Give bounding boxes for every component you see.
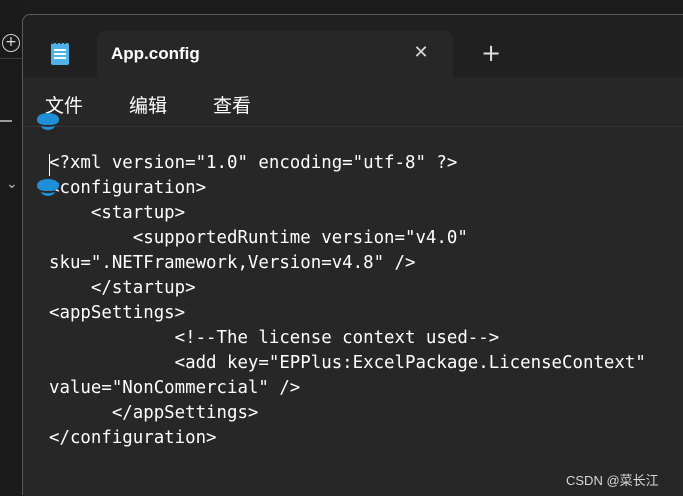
code-line: value="NonCommercial" /> — [49, 378, 301, 398]
menu-view[interactable]: 查看 — [213, 91, 251, 118]
code-line: sku=".NETFramework,Version=v4.8" /> — [49, 253, 416, 273]
notepad-icon — [51, 40, 69, 65]
close-icon[interactable]: ✕ — [409, 41, 433, 65]
text-editor[interactable]: <?xml version="1.0" encoding="utf-8" ?> … — [23, 127, 683, 496]
menu-edit[interactable]: 编辑 — [129, 91, 167, 118]
cursor-marker-icon — [37, 113, 59, 130]
tab-app-config[interactable]: App.config ✕ — [97, 31, 453, 78]
background-window-strip: + ⌄ — [0, 0, 24, 495]
dash-icon — [0, 120, 12, 122]
code-line: <supportedRuntime version="v4.0" — [49, 228, 468, 248]
divider — [0, 58, 24, 59]
cursor-marker-icon — [37, 179, 59, 196]
plus-icon[interactable]: + — [479, 41, 503, 65]
code-line: <startup> — [49, 203, 186, 223]
notepad-window: App.config ✕ + 文件 编辑 查看 <?xml version="1… — [22, 14, 683, 496]
tab-title: App.config — [111, 44, 200, 63]
code-line: <appSettings> — [49, 303, 186, 323]
code-line: </startup> — [49, 278, 196, 298]
menu-bar: 文件 编辑 查看 — [23, 77, 683, 127]
code-line: <configuration> — [49, 178, 207, 198]
code-line: <add key="EPPlus:ExcelPackage.LicenseCon… — [49, 353, 646, 373]
code-line: </appSettings> — [49, 403, 259, 423]
code-line: <?xml version="1.0" encoding="utf-8" ?> — [49, 153, 458, 173]
title-bar: App.config ✕ + — [23, 15, 683, 78]
chevron-down-icon[interactable]: ⌄ — [6, 176, 18, 192]
code-line: <!--The license context used--> — [49, 328, 500, 348]
add-circle-icon[interactable]: + — [2, 34, 20, 52]
watermark: CSDN @菜长江 — [566, 473, 659, 488]
code-line: </configuration> — [49, 428, 217, 448]
